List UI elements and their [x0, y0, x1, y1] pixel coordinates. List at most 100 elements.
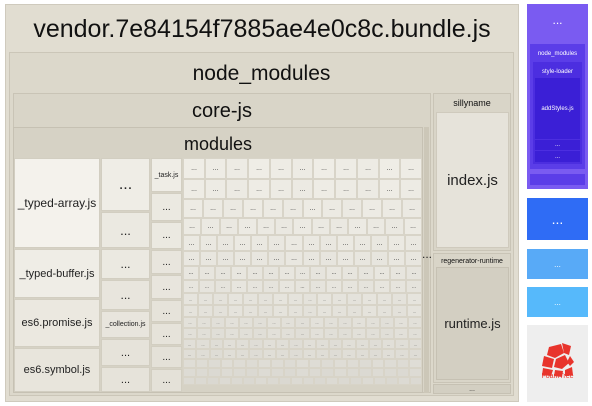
module-cell[interactable]: ... [288, 305, 303, 317]
module-cell[interactable]: ... [407, 293, 422, 305]
module-cell[interactable]: ... [324, 328, 338, 339]
module-cell[interactable]: ... [332, 305, 347, 317]
file-es6-promise[interactable]: es6.promise.js [14, 299, 100, 347]
module-cell[interactable]: ... [337, 251, 354, 266]
module-cell[interactable] [409, 359, 422, 368]
module-cell[interactable]: ... [215, 280, 231, 293]
module-cell[interactable]: ... [211, 328, 225, 339]
module-cell[interactable] [221, 368, 233, 377]
module-cell[interactable]: ... [292, 179, 313, 199]
module-cell[interactable]: ... [101, 212, 150, 248]
module-cell[interactable]: ... [390, 280, 406, 293]
module-cell[interactable]: ... [223, 349, 236, 359]
module-cell[interactable]: ... [388, 251, 405, 266]
module-cell[interactable]: ... [337, 235, 354, 251]
module-cell[interactable]: ... [183, 179, 205, 199]
file-index-js[interactable]: index.js [436, 112, 509, 248]
module-cell[interactable]: ... [366, 317, 380, 328]
module-cell[interactable]: ... [217, 251, 234, 266]
module-cell[interactable] [233, 368, 246, 377]
module-cell[interactable]: ... [151, 193, 182, 221]
module-cell[interactable]: ... [210, 339, 223, 349]
module-cell[interactable]: ... [342, 339, 356, 349]
module-cell[interactable] [347, 368, 359, 377]
module-cell[interactable]: ... [258, 305, 273, 317]
module-cell[interactable]: ... [228, 293, 243, 305]
module-cell[interactable]: ... [358, 266, 374, 280]
module-cell[interactable]: ... [303, 235, 320, 251]
module-cell[interactable]: ... [243, 305, 258, 317]
module-cell[interactable]: ... [263, 280, 279, 293]
module-cell[interactable]: ... [239, 328, 253, 339]
module-cell[interactable]: ... [183, 339, 196, 349]
module-cell[interactable]: ... [270, 158, 292, 179]
module-cell[interactable]: ... [377, 305, 392, 317]
module-cell[interactable]: ... [238, 218, 257, 235]
module-cell[interactable]: ... [201, 218, 220, 235]
module-cell[interactable]: ... [400, 179, 422, 199]
module-cell[interactable]: ... [183, 218, 201, 235]
module-cell[interactable] [374, 377, 386, 385]
file-runtime-js[interactable]: runtime.js [436, 267, 509, 380]
module-cell[interactable]: ... [263, 199, 283, 218]
module-cell[interactable]: ... [263, 349, 276, 359]
module-cell[interactable]: ... [310, 280, 326, 293]
module-cell[interactable]: ... [234, 251, 251, 266]
module-cell[interactable] [284, 368, 296, 377]
module-cell[interactable]: ... [295, 280, 310, 293]
module-cell[interactable] [221, 359, 233, 368]
module-cell[interactable]: ... [234, 235, 251, 251]
module-cell[interactable] [314, 377, 326, 385]
module-cell[interactable]: ... [317, 293, 332, 305]
module-cell[interactable]: ... [400, 158, 422, 179]
module-cell[interactable]: ... [289, 349, 303, 359]
module-cell[interactable]: ... [251, 251, 268, 266]
module-cell[interactable]: ... [217, 235, 234, 251]
module-cell[interactable]: ... [247, 280, 263, 293]
module-cell[interactable] [296, 368, 309, 377]
module-cell[interactable]: ... [196, 339, 210, 349]
file-typed-array[interactable]: _typed-array.js [14, 158, 100, 248]
module-cell[interactable] [231, 377, 243, 385]
module-cell[interactable]: ... [151, 369, 182, 392]
module-cell[interactable] [296, 359, 309, 368]
module-cell[interactable]: ... [322, 199, 342, 218]
module-cell[interactable] [398, 377, 410, 385]
module-cell[interactable]: ... [347, 305, 362, 317]
module-cell[interactable]: ... [329, 349, 342, 359]
module-cell[interactable] [309, 368, 321, 377]
module-cell[interactable]: ... [210, 349, 223, 359]
module-cell[interactable]: ... [335, 179, 357, 199]
module-cell[interactable]: ... [231, 280, 247, 293]
file-typed-buffer[interactable]: _typed-buffer.js [14, 249, 100, 298]
module-cell[interactable]: ... [303, 305, 317, 317]
module-cell[interactable]: ... [316, 339, 329, 349]
module-cell[interactable] [258, 368, 271, 377]
module-cell[interactable]: ... [236, 349, 249, 359]
module-cell[interactable] [321, 359, 334, 368]
module-cell[interactable] [397, 359, 409, 368]
module-cell[interactable]: ... [394, 328, 408, 339]
module-cell[interactable]: ... [213, 305, 228, 317]
module-cell[interactable] [410, 377, 422, 385]
module-cell[interactable]: ... [101, 158, 150, 211]
module-cell[interactable]: ... [390, 266, 406, 280]
module-cell[interactable]: ... [183, 251, 200, 266]
module-cell[interactable]: ... [273, 293, 288, 305]
module-cell[interactable]: ... [367, 218, 385, 235]
module-cell[interactable]: ... [358, 280, 374, 293]
module-cell[interactable]: ... [151, 346, 182, 368]
module-cell[interactable]: ... [248, 158, 270, 179]
module-cell[interactable] [384, 359, 397, 368]
module-cell[interactable]: ... [268, 251, 285, 266]
module-cell[interactable] [195, 377, 207, 385]
module-cell[interactable]: ... [395, 349, 409, 359]
module-cell[interactable]: ... [409, 349, 422, 359]
module-cell[interactable]: ... [196, 349, 210, 359]
module-cell[interactable]: ... [236, 339, 249, 349]
bundle-blue[interactable]: ... [527, 198, 588, 240]
module-cell[interactable]: ... [101, 367, 150, 392]
module-cell[interactable]: ... [183, 305, 198, 317]
module-cell[interactable]: ... [268, 235, 285, 251]
module-cell[interactable] [196, 359, 208, 368]
